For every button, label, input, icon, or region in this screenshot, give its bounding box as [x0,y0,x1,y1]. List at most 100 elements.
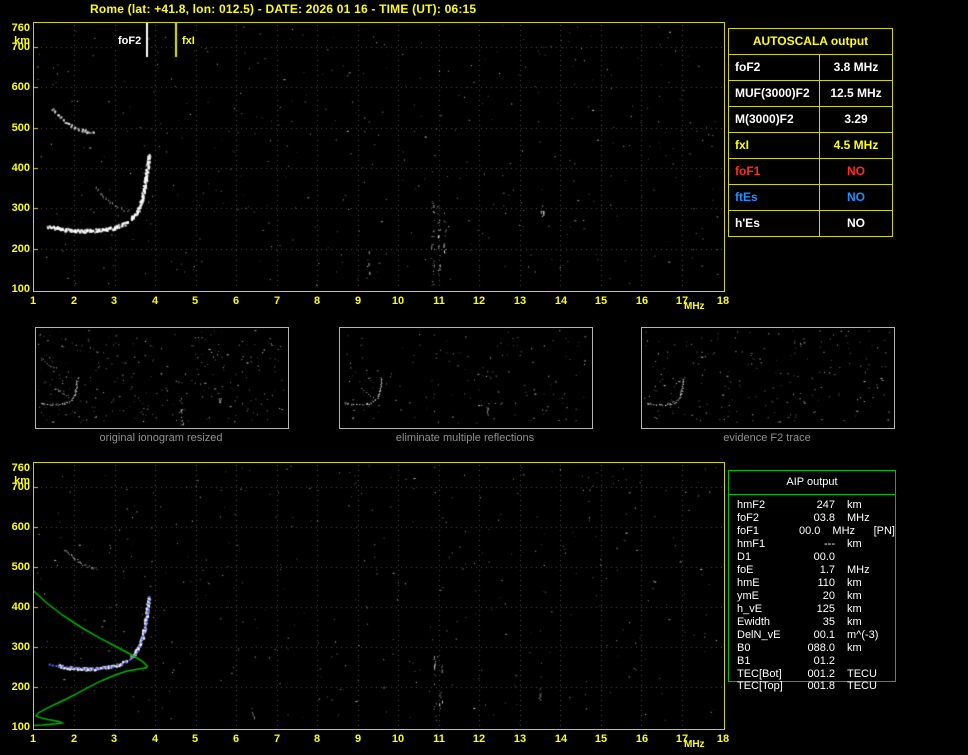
aip-param-name: ymE [737,590,759,602]
ionogram-panel-top [33,22,725,292]
autoscala-row: M(3000)F2 3.29 [729,107,892,133]
aip-param-value: --- [824,538,835,550]
autoscala-row: ftEs NO [729,185,892,211]
x-axis-tick-label: 12 [472,733,486,745]
y-axis-tick-label: 400 [11,601,30,613]
y-axis-tick-label: 600 [11,521,30,533]
aip-param-value: 00.0 [799,525,821,537]
aip-param-unit: km [847,603,862,615]
x-axis-tick-label: 6 [232,733,240,745]
aip-param-value: 20 [822,590,835,602]
y-axis-tick-label: 100 [11,721,30,733]
autoscala-param-label: foF2 [729,55,820,80]
x-axis-tick-label: 10 [391,295,405,307]
autoscala-table-header: AUTOSCALA output [729,29,892,55]
x-axis-tick-label: 16 [635,733,649,745]
x-axis-tick-label: 4 [151,733,159,745]
aip-param-value: 001.8 [807,680,835,692]
thumbnail-caption-original: original ionogram resized [99,432,223,444]
aip-param-name: B0 [737,642,751,654]
aip-param-value: 110 [817,577,835,589]
y-axis-tick-label: 300 [11,202,30,214]
fxI-marker-label: fxI [180,35,197,48]
aip-param-extra: [PN] [873,525,895,537]
thumbnail-eliminate-reflections [339,327,593,429]
aip-row: hmE 110 km [729,577,895,590]
y-axis-tick-label: 760 [11,22,30,34]
aip-param-value: 03.8 [813,512,835,524]
x-axis-tick-label: 13 [513,295,527,307]
aip-row: ymE 20 km [729,590,895,603]
x-axis-tick-label: 15 [594,733,608,745]
aip-param-name: h_vE [737,603,763,615]
x-axis-tick-label: 14 [554,733,568,745]
x-axis-tick-label: 1 [29,295,37,307]
aip-row: hmF1 --- km [729,538,895,551]
x-axis-tick-label: 16 [635,295,649,307]
aip-param-name: D1 [737,551,752,563]
y-axis-tick-label: 400 [11,162,30,174]
x-axis-tick-label: 2 [70,733,78,745]
y-axis-tick-label: 760 [11,462,30,474]
autoscala-row: foF2 3.8 MHz [729,55,892,81]
aip-param-value: 125 [816,603,835,615]
x-axis-tick-label: 7 [273,295,281,307]
x-axis-tick-label: 3 [110,295,118,307]
x-axis-tick-label: 4 [151,295,159,307]
ionogram-top-canvas [34,23,722,289]
aip-param-unit: km [847,499,862,511]
y-axis-tick-label: 100 [11,283,30,295]
x-axis-tick-label: 2 [70,295,78,307]
autoscala-window: Rome (lat: +41.8, lon: 012.5) - DATE: 20… [0,0,968,755]
x-axis-tick-label: 12 [472,295,486,307]
aip-param-value: 00.1 [813,629,835,641]
thumbnail-caption-evidence: evidence F2 trace [723,432,811,444]
aip-row: B0 088.0 km [729,642,895,655]
autoscala-output-table: AUTOSCALA output foF2 3.8 MHz MUF(3000)F… [728,28,893,237]
x-axis-tick-label: 13 [513,733,527,745]
aip-param-unit [847,551,893,564]
x-axis-tick-label: 5 [191,295,199,307]
aip-param-unit: km [847,642,862,654]
aip-param-name: hmE [737,577,760,589]
autoscala-row: MUF(3000)F2 12.5 MHz [729,81,892,107]
x-axis-unit-label: MHz [684,301,705,312]
y-axis-tick-label: 200 [11,681,30,693]
aip-param-name: Ewidth [737,616,771,628]
autoscala-param-label: M(3000)F2 [729,107,820,132]
aip-param-value: 00.0 [813,551,835,563]
autoscala-row: h'Es NO [729,211,892,236]
autoscala-param-label: ftEs [729,185,820,210]
aip-param-name: DelN_vE [737,629,781,641]
aip-param-unit: km [847,616,862,628]
x-axis-tick-label: 11 [433,733,445,745]
y-axis-unit-label: km [14,475,30,487]
aip-param-value: 088.0 [807,642,835,654]
autoscala-row: fxI 4.5 MHz [729,133,892,159]
aip-param-value: 01.2 [813,655,835,667]
aip-row: foF1 00.0 MHz [PN] [729,525,895,538]
autoscala-param-value: NO [847,190,865,204]
y-axis-tick-label: 200 [11,243,30,255]
autoscala-row: foF1 NO [729,159,892,185]
aip-param-value: 35 [822,616,835,628]
aip-row: foE 1.7 MHz [729,564,895,577]
aip-param-name: hmF2 [737,499,766,511]
x-axis-unit-label: MHz [684,739,705,750]
aip-row: B1 01.2 [729,655,895,668]
aip-row: D1 00.0 [729,551,895,564]
aip-param-unit: km [847,538,862,550]
x-axis-tick-label: 6 [232,295,240,307]
thumbnail-evidence-f2 [641,327,895,429]
autoscala-param-label: h'Es [729,211,820,236]
x-axis-tick-label: 14 [554,295,568,307]
thumbnail-evidence-canvas [642,328,892,426]
aip-param-name: TEC[Top] [737,680,783,692]
y-axis-unit-label: km [14,35,30,47]
y-axis-tick-label: 600 [11,81,30,93]
aip-row: h_vE 125 km [729,603,895,616]
autoscala-param-value: 12.5 MHz [830,86,882,100]
aip-param-name: foF1 [737,525,760,537]
x-axis-tick-label: 9 [354,733,362,745]
aip-param-unit [847,655,893,668]
